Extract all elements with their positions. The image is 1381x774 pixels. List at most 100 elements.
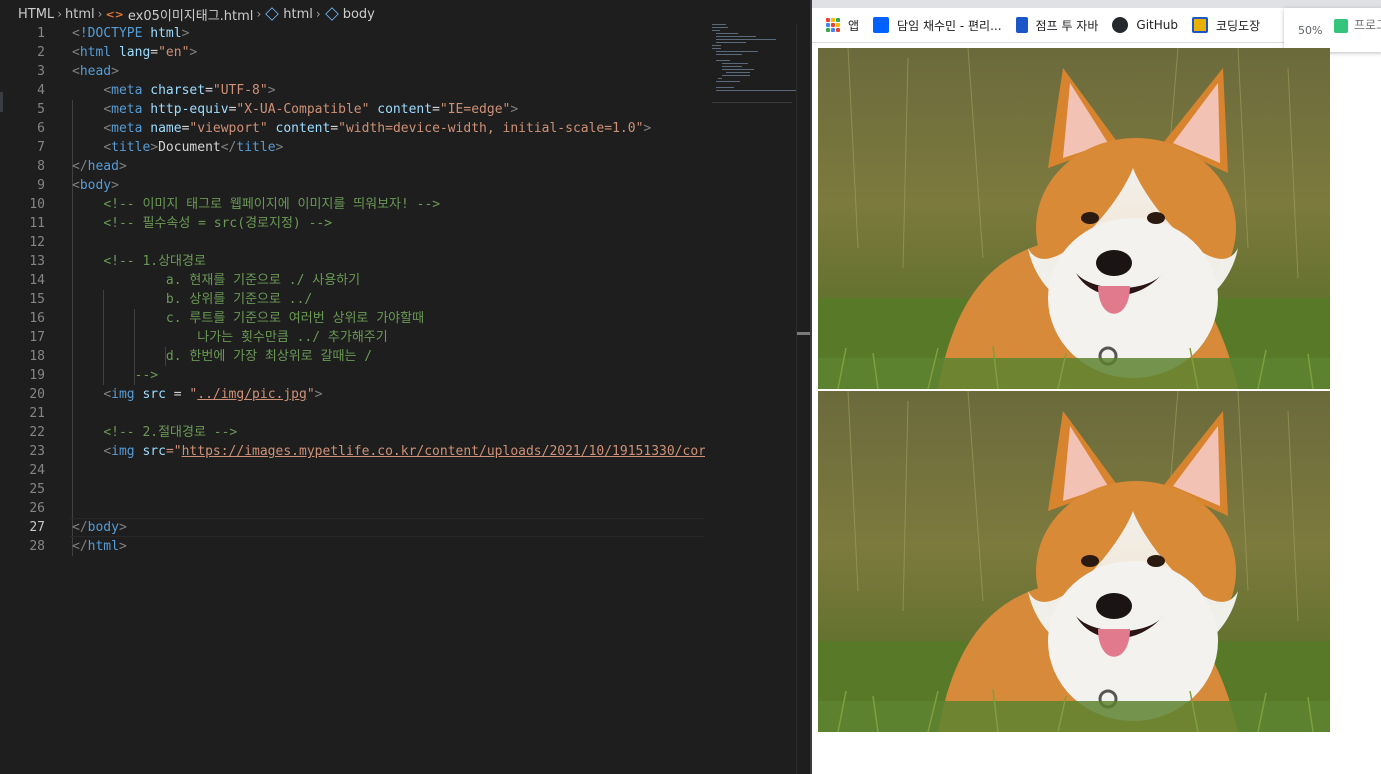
breadcrumb-body-element[interactable]: body [343,7,375,22]
bookmark-github[interactable]: GitHub [1112,17,1178,33]
code-line[interactable]: 26 [0,499,705,518]
tag-name: img [111,444,135,459]
corgi-image [818,391,1330,732]
code-line[interactable]: 14 a. 현재를 기준으로 ./ 사용하기 [0,271,705,290]
bookmark-apps[interactable]: 앱 [826,17,859,34]
line-number: 11 [29,216,45,231]
code-line[interactable]: 21 [0,404,705,423]
code-line[interactable]: 20 <img src = "../img/pic.jpg"> [0,385,705,404]
minimap[interactable] [710,24,796,104]
line-number: 12 [29,235,45,250]
tag-name: body [79,178,112,193]
doctype-value: html [150,26,182,41]
attr-name: src [142,387,166,402]
line-number: 4 [37,83,45,98]
attr-value: "width=device-width, initial-scale=1.0" [338,121,644,136]
comment: a. 현재를 기준으로 ./ 사용하기 [165,273,361,288]
code-line[interactable]: 19 --> [0,366,705,385]
attr-value: "viewport" [189,121,268,136]
chevron-right-icon: › [97,7,103,21]
code-line[interactable]: 7 <title>Document</title> [0,138,705,157]
comment: c. 루트를 기준으로 여러번 상위로 가야할때 [165,311,425,326]
comment: <!-- 2.절대경로 --> [103,425,238,440]
bookmark-label: 코딩도장 [1215,18,1261,33]
bookmark-label: 프로그래 [1354,18,1381,32]
line-number: 26 [29,501,45,516]
bookmark-programmers[interactable]: 프로그래 [1334,16,1381,33]
line-number: 19 [29,368,45,383]
breadcrumb-file[interactable]: ex05이미지태그.html [128,5,254,24]
code-line[interactable]: 12 [0,233,705,252]
code-line[interactable]: 11 <!-- 필수속성 = src(경로지정) --> [0,214,705,233]
html-file-icon: <> [105,7,124,21]
doctype-keyword: !DOCTYPE [79,26,143,41]
code-line-current[interactable]: 27 </body> [0,518,705,537]
code-line[interactable]: 9 <body> [0,176,705,195]
scrollbar-thumb[interactable] [797,332,811,335]
line-number: 27 [29,520,45,535]
breadcrumb: HTML › html › <> ex05이미지태그.html › html ›… [0,4,810,24]
attr-value: "en" [158,45,190,60]
line-number: 16 [29,311,45,326]
code-line[interactable]: 6 <meta name="viewport" content="width=d… [0,119,705,138]
bookmark-label: 앱 [848,18,860,33]
breadcrumb-html-element[interactable]: html [283,7,313,22]
comment: <!-- 필수속성 = src(경로지정) --> [103,216,333,231]
chevron-right-icon: › [315,7,321,21]
line-number: 15 [29,292,45,307]
attr-name: name [150,121,182,136]
line-number: 5 [37,102,45,117]
src-link[interactable]: ../img/pic.jpg [197,387,307,402]
zoom-level: 50% [1298,24,1323,37]
code-line[interactable]: 28 </html> [0,537,705,556]
editor-scrollbar[interactable] [796,24,811,774]
dropbox-icon [873,17,890,33]
code-line[interactable]: 3 <head> [0,62,705,81]
browser-toolbar-edge [812,0,1381,8]
code-line[interactable]: 25 [0,480,705,499]
book-icon [1015,17,1028,33]
zoom-popup[interactable]: 프로그래 50% [1284,8,1381,52]
code-line[interactable]: 15 b. 상위를 기준으로 ../ [0,290,705,309]
line-number: 21 [29,406,45,421]
line-number: 18 [29,349,45,364]
comment: d. 한번에 가장 최상위로 갈때는 / [165,349,373,364]
code-line[interactable]: 16 c. 루트를 기준으로 여러번 상위로 가야할때 [0,309,705,328]
line-number: 8 [37,159,45,174]
chevron-right-icon: › [256,7,262,21]
code-line[interactable]: 10 <!-- 이미지 태그로 웹페이지에 이미지를 띄워보자! --> [0,195,705,214]
code-line[interactable]: 4 <meta charset="UTF-8"> [0,81,705,100]
breadcrumb-html[interactable]: HTML [18,7,54,22]
code-line[interactable]: 18 d. 한번에 가장 최상위로 갈때는 / [0,347,705,366]
src-link[interactable]: https://images.mypetlife.co.kr/content/u… [182,444,705,459]
code-line[interactable]: 24 [0,461,705,480]
corgi-image [818,48,1330,389]
code-line[interactable]: 5 <meta http-equiv="X-UA-Compatible" con… [0,100,705,119]
bookmark-label: 점프 투 자바 [1035,18,1099,33]
equals: = [165,387,190,402]
code-line[interactable]: 17 나가는 횟수만큼 ../ 추가해주기 [0,328,705,347]
attr-value: "X-UA-Compatible" [236,102,370,117]
tag-name: html [87,539,119,554]
line-number: 9 [37,178,45,193]
code-line[interactable]: 8 </head> [0,157,705,176]
code-line[interactable]: 2 <html lang="en"> [0,43,705,62]
comment: b. 상위를 기준으로 ../ [165,292,313,307]
code-line[interactable]: 22 <!-- 2.절대경로 --> [0,423,705,442]
breadcrumb-folder[interactable]: html [65,7,95,22]
bookmark-codingdojang[interactable]: 코딩도장 [1191,17,1261,34]
codingdojang-icon [1191,17,1208,33]
attr-value: "UTF-8" [212,83,268,98]
bookmark-jump-to-java[interactable]: 점프 투 자바 [1015,17,1099,34]
code-line[interactable]: 13 <!-- 1.상대경로 [0,252,705,271]
chevron-right-icon: › [57,7,62,21]
comment: <!-- 1.상대경로 [103,254,206,269]
line-number: 3 [37,64,45,79]
code-line[interactable]: 23 <img src="https://images.mypetlife.co… [0,442,705,461]
code-editor[interactable]: HTML › html › <> ex05이미지태그.html › html ›… [0,0,811,774]
bookmark-dropbox[interactable]: 담임 채수민 - 편리... [873,17,1002,34]
line-number: 10 [29,197,45,212]
tag-name: html [79,45,112,60]
code-area[interactable]: 1 <!DOCTYPE html> 2 <html lang="en"> 3 <hea… [0,24,705,774]
code-line[interactable]: 1 <!DOCTYPE html> [0,24,705,43]
